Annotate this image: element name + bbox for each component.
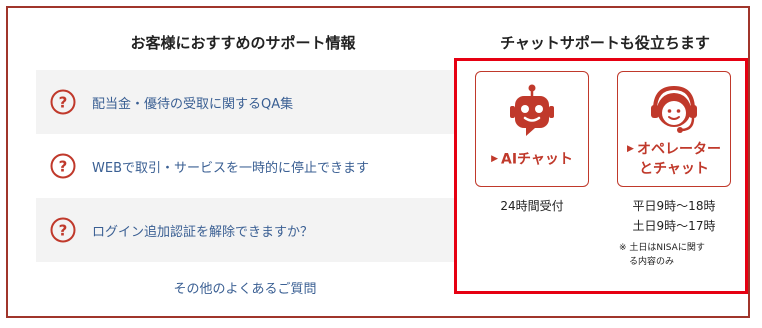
robot-icon	[510, 84, 554, 136]
operator-weekday-hours: 平日9時～18時	[632, 199, 716, 213]
operator-note: ※ 土日はNISAに関す る内容のみ	[619, 243, 705, 267]
ai-chat-button[interactable]: ▶ AIチャット	[475, 71, 589, 187]
question-circle-icon: ?	[50, 153, 76, 179]
faq-link-text[interactable]: ログイン追加認証を解除できますか？	[92, 221, 313, 240]
chat-support-title: チャットサポートも役立ちます	[500, 34, 710, 52]
faq-item-dividend[interactable]: ? 配当金・優待の受取に関するQA集	[36, 70, 454, 134]
svg-text:?: ?	[59, 222, 68, 240]
svg-text:?: ?	[59, 158, 68, 176]
triangle-right-icon: ▶	[627, 144, 634, 154]
chat-support-highlight: ▶AIチャット ▶オペレーター とチャット 24時間受付 平日9時～18時	[454, 58, 748, 294]
operator-chat-label: ▶ オペレーター とチャット	[627, 141, 721, 177]
faq-item-login-auth[interactable]: ? ログイン追加認証を解除できますか？	[36, 198, 454, 262]
operator-chat-button[interactable]: ▶ オペレーター とチャット	[617, 71, 731, 187]
ai-chat-label: ▶ AIチャット	[491, 151, 573, 168]
ai-chat-hours: 24時間受付	[500, 199, 564, 213]
faq-link-text[interactable]: WEBで取引・サービスを一時的に停止できます	[92, 157, 369, 176]
faq-item-suspend[interactable]: ? WEBで取引・サービスを一時的に停止できます	[36, 134, 454, 198]
svg-text:?: ?	[59, 94, 68, 112]
other-faq-link[interactable]: その他のよくあるご質問	[36, 278, 454, 297]
faq-link-text[interactable]: 配当金・優待の受取に関するQA集	[92, 93, 293, 112]
headset-operator-icon	[651, 85, 697, 133]
operator-weekend-hours: 土日9時～17時	[632, 219, 716, 233]
question-circle-icon: ?	[50, 217, 76, 243]
triangle-right-icon: ▶	[491, 154, 498, 164]
support-panel: お客様におすすめのサポート情報 ? 配当金・優待の受取に関するQA集 ? WEB…	[6, 6, 750, 318]
recommended-support-title: お客様におすすめのサポート情報	[130, 34, 356, 52]
question-circle-icon: ?	[50, 89, 76, 115]
